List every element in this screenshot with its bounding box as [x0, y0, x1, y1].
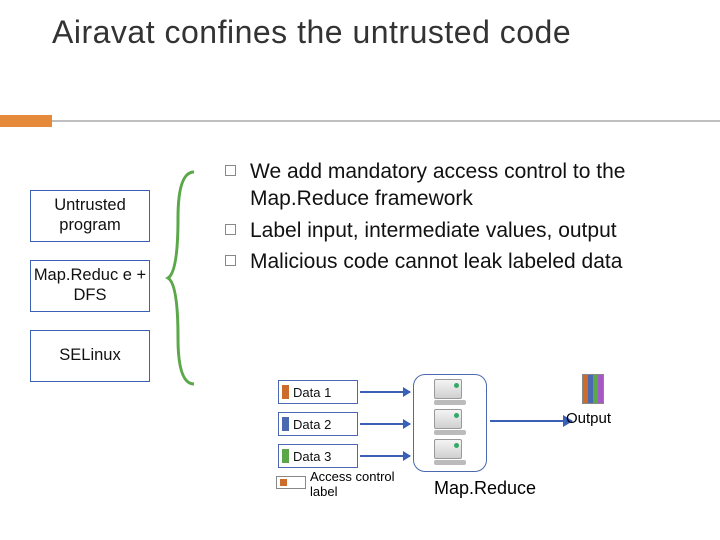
arrow-icon	[360, 455, 410, 457]
data-label: Data 2	[293, 417, 331, 432]
legend-label: Access control label	[310, 470, 400, 500]
layer-label: Untrusted program	[31, 196, 149, 236]
arrow-icon	[490, 420, 572, 422]
bullet-item: Label input, intermediate values, output	[225, 217, 705, 244]
arrow-icon	[360, 391, 410, 393]
flow-diagram: Data 1 Data 2 Data 3 Output Access contr…	[278, 380, 708, 530]
bullet-square-icon	[225, 224, 236, 235]
bullet-item: We add mandatory access control to the M…	[225, 158, 705, 213]
output-label: Output	[566, 410, 611, 427]
data-label: Data 1	[293, 385, 331, 400]
server-icon	[434, 439, 468, 465]
layer-box-selinux: SELinux	[30, 330, 150, 382]
layer-label: SELinux	[59, 346, 120, 366]
bullet-square-icon	[225, 165, 236, 176]
accent-bar	[0, 115, 52, 127]
arrow-icon	[360, 423, 410, 425]
legend-swatch-icon	[276, 476, 306, 489]
label-swatch-icon	[282, 417, 289, 431]
bullet-item: Malicious code cannot leak labeled data	[225, 248, 705, 275]
data-box-2: Data 2	[278, 412, 358, 436]
bullet-text: We add mandatory access control to the M…	[250, 158, 705, 213]
bullet-list: We add mandatory access control to the M…	[225, 158, 705, 279]
label-swatch-icon	[282, 385, 289, 399]
bullet-text: Label input, intermediate values, output	[250, 217, 617, 244]
bullet-text: Malicious code cannot leak labeled data	[250, 248, 622, 275]
divider-line	[52, 120, 720, 122]
layer-box-untrusted: Untrusted program	[30, 190, 150, 242]
brace-icon	[164, 168, 204, 388]
mapreduce-label: Map.Reduce	[434, 478, 536, 499]
label-swatch-icon	[282, 449, 289, 463]
data-label: Data 3	[293, 449, 331, 464]
layer-box-mapreduce-dfs: Map.Reduc e + DFS	[30, 260, 150, 312]
output-icon	[582, 374, 604, 404]
layer-label: Map.Reduc e + DFS	[31, 266, 149, 306]
server-cluster	[413, 374, 487, 472]
server-icon	[434, 409, 468, 435]
bullet-square-icon	[225, 255, 236, 266]
slide-title: Airavat confines the untrusted code	[0, 0, 720, 59]
data-box-1: Data 1	[278, 380, 358, 404]
server-icon	[434, 379, 468, 405]
data-box-3: Data 3	[278, 444, 358, 468]
layer-stack: Untrusted program Map.Reduc e + DFS SELi…	[30, 190, 150, 382]
